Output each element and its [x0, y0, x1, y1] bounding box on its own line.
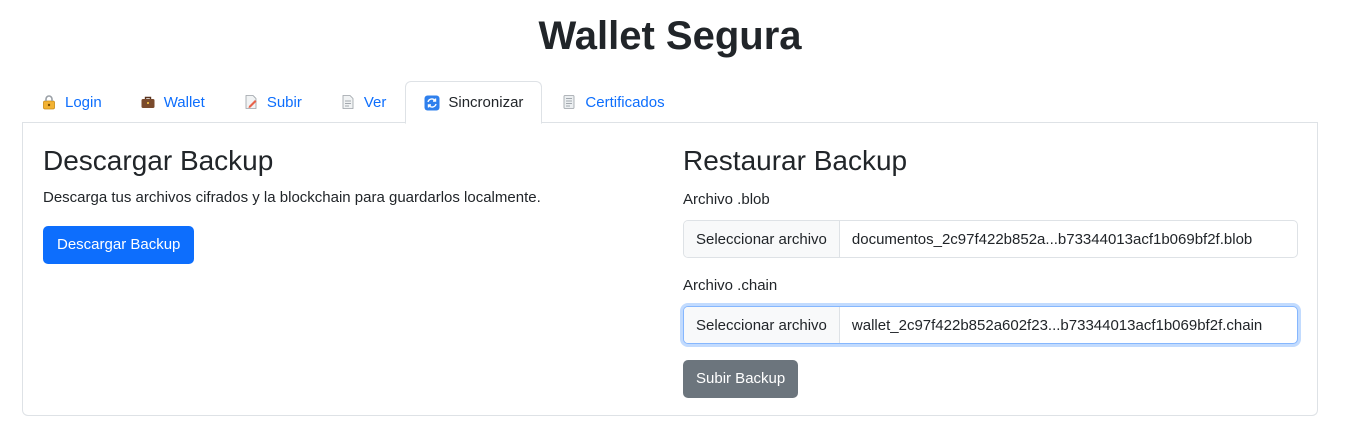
tab-ver[interactable]: Ver: [321, 81, 406, 123]
briefcase-icon: [140, 94, 156, 110]
chain-file-label: Archivo .chain: [683, 277, 778, 294]
document-icon: [340, 94, 356, 110]
tab-sincronizar[interactable]: Sincronizar: [405, 81, 543, 124]
blob-select-file-button[interactable]: Seleccionar archivo: [684, 221, 840, 257]
tab-label: Certificados: [585, 93, 665, 111]
tab-certificados[interactable]: Certificados: [542, 81, 683, 123]
tab-wallet[interactable]: Wallet: [121, 81, 224, 123]
upload-backup-button[interactable]: Subir Backup: [683, 360, 799, 398]
tab-subir[interactable]: Subir: [224, 81, 321, 123]
chain-file-input[interactable]: Seleccionar archivo wallet_2c97f422b852a…: [683, 306, 1298, 344]
upload-document-icon: [243, 94, 259, 110]
tab-bar: Login Wallet Subir Ver Sincronizar Certi…: [22, 81, 1318, 124]
tab-login[interactable]: Login: [22, 81, 121, 123]
certificate-icon: [561, 94, 577, 110]
lock-icon: [41, 94, 57, 110]
tab-label: Ver: [363, 93, 387, 111]
restore-section: Restaurar Backup Archivo .blob Seleccion…: [683, 144, 1298, 398]
blob-file-name: documentos_2c97f422b852a...b73344013acf1…: [851, 230, 1253, 248]
tab-label: Login: [65, 93, 102, 111]
tab-label: Wallet: [163, 93, 205, 111]
blob-file-input[interactable]: Seleccionar archivo documentos_2c97f422b…: [683, 220, 1298, 258]
sync-panel: Descargar Backup Descarga tus archivos c…: [22, 122, 1318, 416]
download-description: Descarga tus archivos cifrados y la bloc…: [43, 189, 541, 206]
restore-heading: Restaurar Backup: [683, 145, 908, 176]
blob-file-label: Archivo .blob: [683, 191, 770, 208]
download-section: Descargar Backup Descarga tus archivos c…: [43, 144, 643, 264]
tab-label: Sincronizar: [448, 94, 524, 111]
chain-select-file-button[interactable]: Seleccionar archivo: [684, 307, 840, 343]
download-heading: Descargar Backup: [43, 145, 274, 176]
tab-label: Subir: [266, 93, 302, 111]
download-backup-button[interactable]: Descargar Backup: [43, 226, 195, 264]
chain-file-name: wallet_2c97f422b852a602f23...b73344013ac…: [851, 316, 1263, 334]
sync-icon: [424, 95, 440, 111]
page-title: Wallet Segura: [538, 14, 802, 58]
